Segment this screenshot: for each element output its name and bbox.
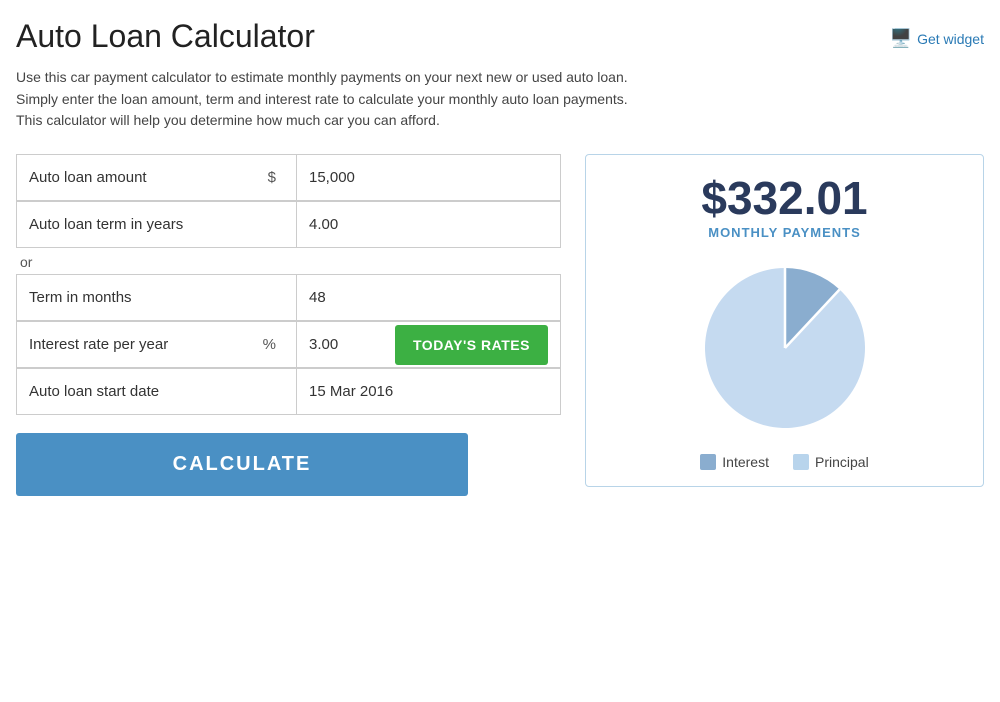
loan-amount-label-cell: Auto loan amount $ [17, 155, 297, 200]
interest-legend-label: Interest [722, 454, 769, 470]
loan-term-years-input-cell [297, 202, 560, 247]
todays-rates-button[interactable]: TODAY'S RATES [395, 325, 548, 365]
form-wrapper-2: Term in months Interest rate per year % … [16, 274, 561, 415]
loan-term-years-row: Auto loan term in years [17, 201, 560, 247]
pie-chart [695, 258, 875, 438]
start-date-label-cell: Auto loan start date [17, 369, 297, 414]
loan-amount-row: Auto loan amount $ [17, 155, 560, 201]
form-wrapper: Auto loan amount $ Auto loan term in yea… [16, 154, 561, 248]
principal-legend-label: Principal [815, 454, 869, 470]
loan-term-years-label-cell: Auto loan term in years [17, 202, 297, 247]
get-widget-link[interactable]: 🖥️ Get widget [890, 28, 984, 49]
monthly-payment: $332.01 [602, 175, 967, 221]
term-months-label: Term in months [29, 289, 132, 306]
get-widget-label: Get widget [917, 31, 984, 47]
loan-amount-input-cell [297, 155, 560, 200]
loan-amount-label: Auto loan amount [29, 169, 147, 186]
main-layout: Auto loan amount $ Auto loan term in yea… [16, 154, 984, 496]
interest-legend-item: Interest [700, 454, 769, 470]
interest-rate-symbol: % [263, 336, 284, 353]
principal-swatch [793, 454, 809, 470]
loan-term-years-input[interactable] [297, 202, 560, 247]
widget-icon: 🖥️ [890, 28, 912, 49]
interest-swatch [700, 454, 716, 470]
loan-amount-input[interactable] [297, 155, 560, 200]
calculate-button[interactable]: CALCULATE [16, 433, 468, 496]
or-label: or [16, 248, 561, 274]
loan-term-years-label: Auto loan term in years [29, 216, 183, 233]
right-panel: $332.01 MONTHLY PAYMENTS [585, 154, 984, 487]
interest-rate-row: Interest rate per year % TODAY'S RATES [17, 321, 560, 368]
term-months-label-cell: Term in months [17, 275, 297, 320]
page-title: Auto Loan Calculator [16, 18, 315, 55]
header: Auto Loan Calculator 🖥️ Get widget [16, 18, 984, 55]
principal-legend-item: Principal [793, 454, 869, 470]
interest-rate-input[interactable] [297, 322, 387, 367]
term-months-row: Term in months [17, 275, 560, 321]
interest-rate-label: Interest rate per year [29, 336, 168, 353]
monthly-label: MONTHLY PAYMENTS [602, 225, 967, 240]
description-text: Use this car payment calculator to estim… [16, 67, 656, 132]
interest-rate-label-cell: Interest rate per year % [17, 322, 297, 367]
start-date-input[interactable] [297, 369, 560, 414]
left-panel: Auto loan amount $ Auto loan term in yea… [16, 154, 561, 496]
chart-legend: Interest Principal [602, 454, 967, 470]
start-date-input-cell [297, 369, 560, 414]
term-months-input[interactable] [297, 275, 560, 320]
term-months-input-cell [297, 275, 560, 320]
loan-amount-symbol: $ [268, 169, 284, 186]
start-date-label: Auto loan start date [29, 383, 159, 400]
start-date-row: Auto loan start date [17, 368, 560, 414]
interest-rate-input-cell: TODAY'S RATES [297, 322, 560, 367]
